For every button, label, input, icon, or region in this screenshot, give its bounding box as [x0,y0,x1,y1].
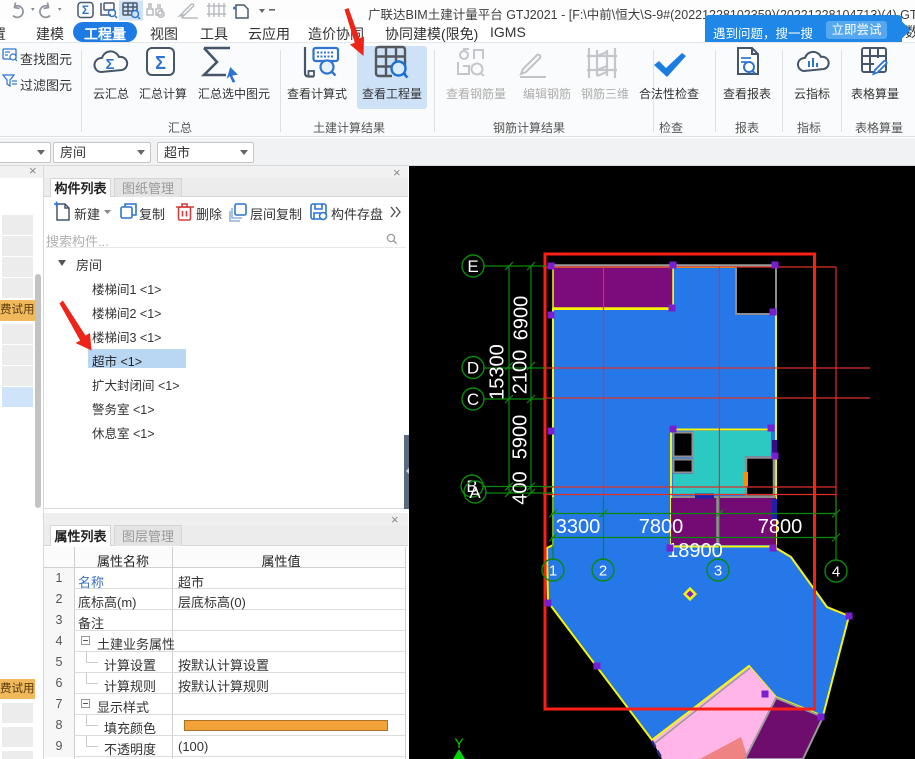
svg-text:6900: 6900 [510,296,532,341]
svg-text:400: 400 [509,471,531,504]
svg-text:C: C [467,390,479,409]
svg-text:Σ: Σ [105,56,114,73]
svg-text:7800: 7800 [758,516,803,538]
svg-text:18900: 18900 [667,540,723,562]
svg-text:E: E [467,257,478,276]
svg-text:D: D [467,359,479,378]
svg-text:15300: 15300 [486,344,508,400]
svg-text:1: 1 [549,562,557,579]
svg-text:3: 3 [714,562,722,579]
svg-text:3300: 3300 [556,516,601,538]
svg-text:Σ: Σ [155,53,166,73]
svg-text:2100: 2100 [509,350,531,395]
svg-text:Σ: Σ [82,3,89,17]
svg-text:A: A [469,483,481,502]
svg-text:4: 4 [832,563,840,580]
svg-text:2: 2 [599,562,607,579]
svg-text:5900: 5900 [509,415,531,460]
svg-text:7800: 7800 [639,516,684,538]
svg-text:Y: Y [454,735,464,751]
